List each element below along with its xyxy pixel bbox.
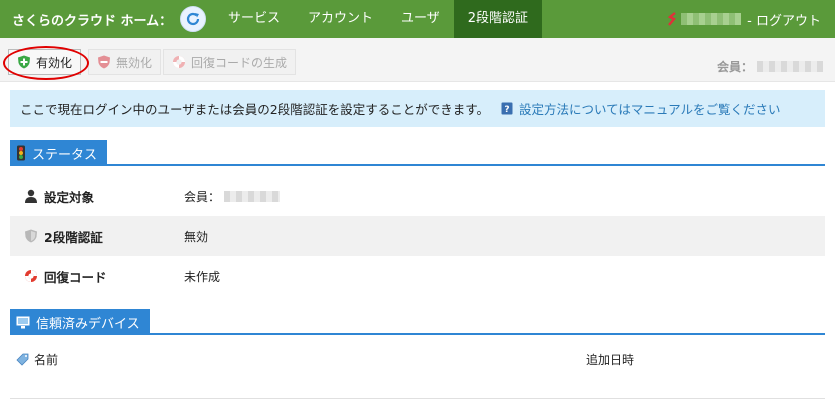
generate-recovery-code-label: 回復コードの生成 (191, 55, 288, 70)
status-value-target: 会員： (184, 188, 281, 205)
shield-minus-icon (98, 55, 110, 69)
status-row-target: 設定対象 会員： (10, 176, 825, 216)
top-nav-bar: さくらのクラウド ホーム： サービス アカウント ユーザ 2段階認証 - ログア… (0, 0, 835, 38)
refresh-icon[interactable] (180, 6, 206, 32)
lifebuoy-icon (25, 270, 37, 282)
enable-button-label: 有効化 (36, 55, 73, 70)
traffic-light-icon (17, 145, 25, 161)
enable-button[interactable]: 有効化 (8, 49, 82, 75)
nav-item-service[interactable]: サービス (214, 0, 294, 38)
shield-plus-icon (18, 55, 30, 69)
status-tab: ステータス (10, 140, 108, 166)
status-label-text: 回復コード (44, 269, 107, 285)
info-text: ここで現在ログイン中のユーザまたは会員の2段階認証を設定することができます。 (20, 102, 489, 117)
redacted-member-id (224, 190, 281, 202)
disable-button[interactable]: 無効化 (88, 49, 162, 75)
devices-table-header: 名前 追加日時 (10, 350, 825, 368)
status-label-target: 設定対象 (10, 187, 184, 206)
column-header-name-label: 名前 (34, 352, 59, 367)
manual-link[interactable]: 設定方法についてはマニュアルをご覧ください (519, 99, 781, 118)
status-row-two-factor: 2段階認証 無効 (10, 216, 825, 256)
logout-link[interactable]: - ログアウト (747, 10, 821, 29)
nav-menu: サービス アカウント ユーザ 2段階認証 (214, 0, 543, 38)
status-value-text: 会員： (184, 189, 221, 204)
status-row-recovery: 回復コード 未作成 (10, 256, 825, 296)
user-badge-icon (667, 12, 677, 26)
user-menu: - ログアウト (667, 0, 821, 38)
svg-text:?: ? (504, 105, 509, 115)
column-header-added[interactable]: 追加日時 (586, 351, 634, 368)
monitor-icon (16, 316, 30, 328)
tag-icon (16, 353, 29, 366)
member-indicator: 会員： (717, 58, 823, 75)
status-value-recovery: 未作成 (184, 268, 220, 285)
shield-icon (25, 229, 37, 243)
table-divider (10, 398, 825, 399)
lifebuoy-icon (173, 56, 185, 68)
nav-item-account[interactable]: アカウント (294, 0, 387, 38)
info-bar: ここで現在ログイン中のユーザまたは会員の2段階認証を設定することができます。 ?… (10, 90, 825, 127)
user-icon (25, 189, 37, 203)
toolbar: 有効化 無効化 回復コードの生成 会員： (0, 38, 835, 82)
status-value-two-factor: 無効 (184, 228, 208, 245)
status-value-text: 未作成 (184, 269, 221, 284)
brand-home-link[interactable]: さくらのクラウド ホーム： (0, 10, 174, 29)
status-value-text: 無効 (184, 229, 209, 244)
member-label: 会員： (716, 60, 753, 74)
column-header-name[interactable]: 名前 (10, 351, 586, 368)
nav-item-user[interactable]: ユーザ (387, 0, 454, 38)
status-label-text: 設定対象 (44, 189, 95, 205)
redacted-member-id (757, 61, 823, 72)
status-label-text: 2段階認証 (44, 229, 103, 245)
manual-help-icon: ? (501, 102, 513, 115)
trusted-devices-section-header: 信頼済みデバイス (10, 309, 825, 335)
redacted-username (681, 13, 742, 25)
disable-button-label: 無効化 (116, 55, 153, 70)
status-label-recovery: 回復コード (10, 267, 184, 286)
trusted-devices-tab: 信頼済みデバイス (10, 309, 150, 335)
trusted-devices-title: 信頼済みデバイス (36, 316, 140, 332)
generate-recovery-code-button[interactable]: 回復コードの生成 (163, 49, 297, 75)
status-section-header: ステータス (10, 140, 825, 166)
status-title: ステータス (32, 147, 98, 163)
nav-item-two-factor[interactable]: 2段階認証 (453, 0, 543, 38)
status-label-two-factor: 2段階認証 (10, 227, 184, 246)
